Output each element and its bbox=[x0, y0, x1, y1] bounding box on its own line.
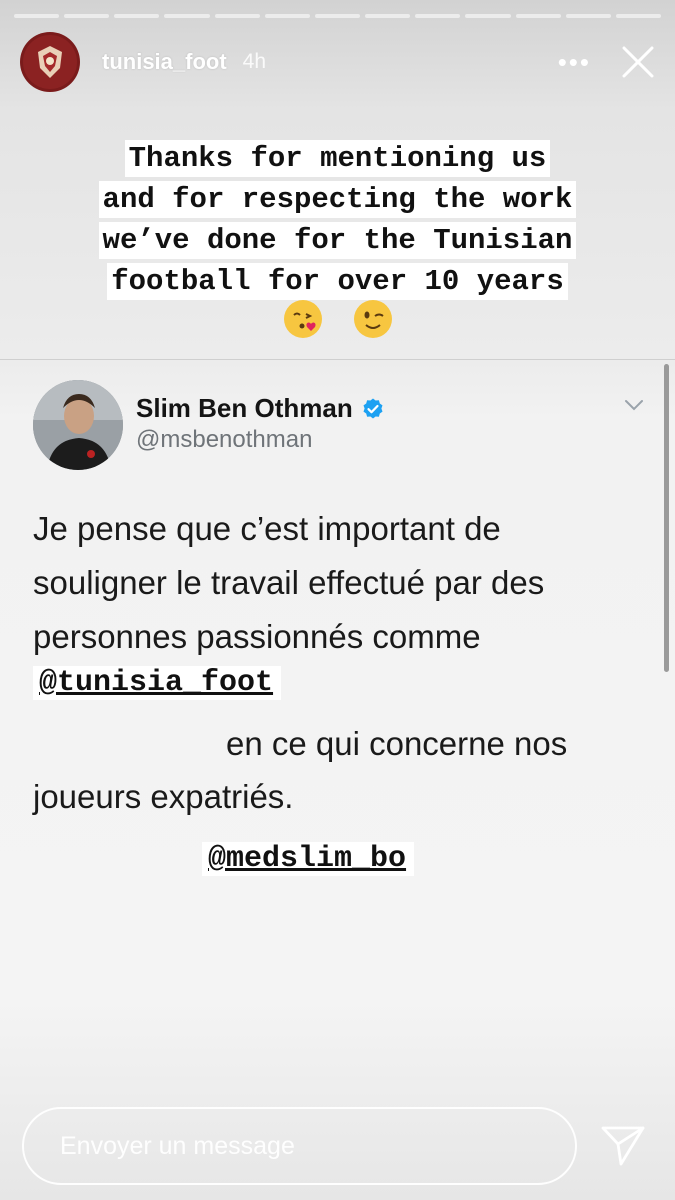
progress-segment bbox=[64, 14, 110, 18]
progress-segment bbox=[415, 14, 461, 18]
progress-segment bbox=[565, 14, 611, 18]
winking-face-icon bbox=[353, 300, 392, 338]
story-username[interactable]: tunisia_foot bbox=[102, 49, 227, 75]
story-progress-bar bbox=[14, 14, 662, 18]
progress-segment bbox=[264, 14, 310, 18]
progress-segment bbox=[314, 14, 361, 18]
send-icon[interactable] bbox=[600, 1124, 646, 1168]
progress-segment bbox=[465, 14, 511, 18]
caption-line: and for respecting the work bbox=[98, 181, 577, 218]
progress-segment bbox=[214, 14, 260, 18]
face-blowing-kiss-icon bbox=[283, 300, 322, 338]
progress-segment bbox=[114, 14, 160, 18]
progress-segment bbox=[615, 14, 662, 18]
close-icon[interactable] bbox=[621, 45, 655, 79]
chevron-down-icon[interactable] bbox=[624, 398, 644, 412]
caption-line: football for over 10 years bbox=[107, 263, 568, 300]
story-timestamp: 4h bbox=[242, 50, 267, 73]
tweet-text-line: joueurs expatriés. bbox=[33, 778, 294, 815]
scrollbar[interactable] bbox=[664, 364, 669, 672]
caption-emojis bbox=[0, 300, 675, 338]
progress-segment bbox=[14, 14, 60, 18]
caption-divider bbox=[0, 359, 675, 360]
progress-segment bbox=[164, 14, 210, 18]
mention-sticker[interactable]: @tunisia_foot bbox=[33, 666, 282, 700]
tweet-text-line: Je pense que c’est important de bbox=[33, 510, 501, 547]
story-caption: Thanks for mentioning us and for respect… bbox=[0, 138, 675, 302]
caption-line: Thanks for mentioning us bbox=[124, 140, 551, 177]
verified-badge-icon bbox=[361, 397, 385, 421]
progress-segment bbox=[365, 14, 411, 18]
tweet-author-avatar bbox=[33, 380, 123, 470]
send-message-placeholder: Envoyer un message bbox=[60, 1131, 295, 1160]
club-logo-icon bbox=[23, 35, 77, 89]
tweet-author-name-label: Slim Ben Othman bbox=[136, 393, 353, 423]
progress-segment bbox=[515, 14, 561, 18]
story-header: tunisia_foot 4h ••• bbox=[20, 32, 655, 92]
mention-sticker[interactable]: @medslim_bo bbox=[202, 842, 415, 876]
tweet-text-line: en ce qui concerne nos bbox=[226, 725, 568, 762]
tweet-text-line: souligner le travail effectué par des bbox=[33, 564, 545, 601]
profile-avatar[interactable] bbox=[20, 32, 80, 92]
more-options-icon[interactable]: ••• bbox=[558, 49, 591, 75]
tweet-author-handle: @msbenothman bbox=[136, 426, 313, 453]
caption-line: we’ve done for the Tunisian bbox=[98, 222, 577, 259]
tweet-author-name: Slim Ben Othman bbox=[136, 393, 385, 424]
send-message-input[interactable]: Envoyer un message bbox=[22, 1107, 577, 1185]
story-viewer[interactable]: tunisia_foot 4h ••• Thanks for mentionin… bbox=[0, 0, 675, 1200]
tweet-text-line: personnes passionnés comme bbox=[33, 618, 481, 655]
